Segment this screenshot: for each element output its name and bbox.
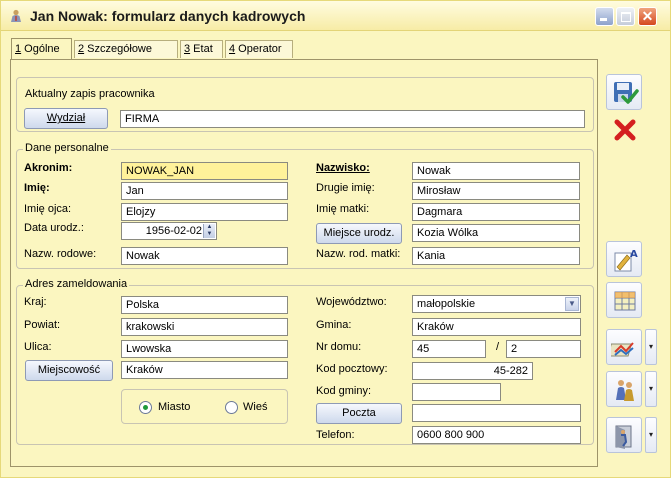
commune-label: Gmina: [316,319,352,331]
current-record-label: Aktualny zapis pracownika [25,88,155,100]
voivodeship-value: małopolskie [417,298,476,310]
employee-icon [11,9,21,22]
people-button[interactable] [606,371,642,407]
first-name-field[interactable]: Jan [121,182,288,200]
second-name-field[interactable]: Mirosław [412,182,580,200]
city-button[interactable]: Miejscowość [25,360,113,381]
voivodeship-select[interactable]: małopolskie ▼ [412,295,581,313]
close-icon: ✕ [641,8,654,24]
acronym-field[interactable]: NOWAK_JAN [121,162,288,180]
close-button[interactable]: ✕ [638,7,657,26]
table-button[interactable] [606,282,642,318]
mother-name-field[interactable]: Dagmara [412,203,580,221]
country-field[interactable]: Polska [121,296,288,314]
form-window: Jan Nowak: formularz danych kadrowych ✕ … [0,0,671,478]
second-name-label: Drugie imię: [316,182,375,194]
maximize-icon [621,12,631,22]
minimize-button[interactable] [595,7,614,26]
mother-family-name-field[interactable]: Kania [412,247,580,265]
edit-document-button[interactable]: A [606,241,642,277]
department-button[interactable]: Wydział [24,108,108,129]
surname-field[interactable]: Nowak [412,162,580,180]
title-bar[interactable]: Jan Nowak: formularz danych kadrowych ✕ [1,1,670,31]
commune-code-label: Kod gminy: [316,385,372,397]
address-group: Adres zameldowania Kraj: Polska Powiat: … [16,278,594,445]
family-name-field[interactable]: Nowak [121,247,288,265]
chart-button[interactable] [606,329,642,365]
svg-text:A: A [630,249,638,260]
family-name-label: Nazw. rodowe: [24,248,97,260]
city-field[interactable]: Kraków [121,361,288,379]
radio-village-label: Wieś [243,401,268,413]
birth-place-button[interactable]: Miejsce urodz. [316,223,402,244]
exit-dropdown-button[interactable]: ▾ [645,417,657,453]
save-disk-icon [614,82,639,104]
house-number-label: Nr domu: [316,341,362,353]
district-label: Powiat: [24,319,61,331]
birth-date-value: 1956-02-02 [145,225,202,237]
phone-label: Telefon: [316,429,355,441]
postal-code-field[interactable]: 45-282 [412,362,533,380]
post-office-field[interactable] [412,404,581,422]
personal-data-legend: Dane personalne [23,142,111,154]
people-icon [616,380,634,401]
commune-field[interactable]: Kraków [412,318,581,336]
street-field[interactable]: Lwowska [121,340,288,358]
district-field[interactable]: krakowski [121,318,288,336]
birth-date-field[interactable]: 1956-02-02 ▲ ▼ [121,222,217,240]
father-name-field[interactable]: Elojzy [121,203,288,221]
exit-button[interactable] [606,417,642,453]
chart-icon [611,342,634,357]
chevron-down-icon[interactable]: ▼ [565,297,579,311]
window-title: Jan Nowak: formularz danych kadrowych [30,8,306,24]
personal-data-group: Dane personalne Akronim: NOWAK_JAN Imię:… [16,142,594,269]
tab-operator[interactable]: 4 Operator [225,40,293,58]
surname-label: Nazwisko: [316,162,370,174]
street-label: Ulica: [24,341,52,353]
acronym-label: Akronim: [24,162,73,174]
phone-field[interactable]: 0600 800 900 [412,426,581,444]
edit-document-icon: A [614,249,638,272]
postal-code-label: Kod pocztowy: [316,363,388,375]
flat-number-field[interactable]: 2 [506,340,581,358]
table-grid-icon [614,291,636,311]
maximize-button[interactable] [616,7,635,26]
birth-date-label: Data urodz.: [24,222,84,234]
mother-name-label: Imię matki: [316,203,370,215]
country-label: Kraj: [24,296,47,308]
save-button[interactable] [606,74,642,110]
people-dropdown-button[interactable]: ▾ [645,371,657,407]
locality-type-group: Miasto Wieś [121,389,288,424]
birth-place-field[interactable]: Kozia Wólka [412,224,580,242]
tab-ogolne[interactable]: 1 Ogólne [11,38,72,60]
house-number-field[interactable]: 45 [412,340,486,358]
radio-village[interactable] [225,401,238,414]
tab-szczegolowe[interactable]: 2 Szczegółowe [74,40,178,58]
father-name-label: Imię ojca: [24,203,72,215]
voivodeship-label: Województwo: [316,296,387,308]
commune-code-field[interactable] [412,383,501,401]
address-legend: Adres zameldowania [23,278,130,290]
radio-town-label: Miasto [158,401,191,413]
current-record-group: Aktualny zapis pracownika Wydział FIRMA [16,77,594,132]
department-field[interactable]: FIRMA [120,110,585,128]
minimize-icon [600,18,607,21]
mother-family-name-label: Nazw. rod. matki: [316,248,401,260]
post-office-button[interactable]: Poczta [316,403,402,424]
cancel-button[interactable] [606,111,642,147]
date-spinner[interactable]: ▲ ▼ [203,224,215,238]
cancel-x-icon [614,119,636,141]
exit-door-icon [615,425,632,449]
chart-dropdown-button[interactable]: ▾ [645,329,657,365]
tab-etat[interactable]: 3 Etat [180,40,223,58]
first-name-label: Imię: [24,182,50,194]
radio-town[interactable] [139,401,152,414]
flat-separator: / [496,341,500,353]
